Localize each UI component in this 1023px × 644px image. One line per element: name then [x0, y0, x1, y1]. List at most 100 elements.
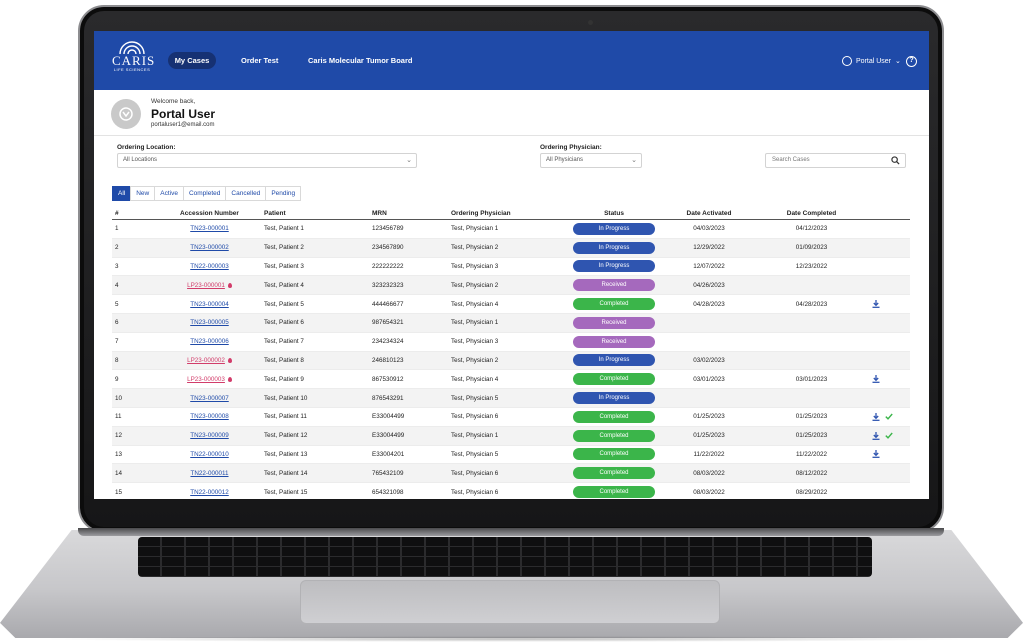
status-badge: Completed [573, 448, 655, 461]
accession-link[interactable]: TN23-000009 [190, 432, 229, 439]
nav-tumor-board[interactable]: Caris Molecular Tumor Board [308, 52, 412, 69]
accession-link[interactable]: TN23-000008 [190, 413, 229, 420]
mrn-cell: 234567890 [372, 244, 404, 252]
physician-cell: Test, Physician 1 [451, 225, 499, 233]
user-icon [842, 56, 852, 66]
check-icon [885, 432, 893, 439]
table-row[interactable]: 11 TN23-000008 Test, Patient 11 E33004499 Te… [112, 408, 910, 427]
col-header-mrn[interactable]: MRN [367, 208, 447, 219]
physician-select[interactable]: All Physicians ⌄ [540, 153, 642, 168]
user-menu[interactable]: Portal User ⌄ [842, 56, 901, 66]
status-badge: Completed [573, 486, 655, 499]
table-row[interactable]: 15 TN22-000012 Test, Patient 15 654321098 Te… [112, 483, 910, 499]
date-completed-cell: 04/28/2023 [795, 300, 828, 308]
download-icon[interactable] [872, 300, 880, 309]
row-number: 6 [115, 319, 119, 327]
accession-link[interactable]: TN22-000010 [190, 451, 229, 458]
table-row[interactable]: 10 TN23-000007 Test, Patient 10 876543291 Te… [112, 389, 910, 408]
download-icon[interactable] [872, 412, 880, 421]
mrn-cell: 654321098 [372, 488, 404, 496]
col-header-physician[interactable]: Ordering Physician [447, 208, 569, 219]
col-header-patient[interactable]: Patient [262, 208, 367, 219]
table-row[interactable]: 12 TN23-000009 Test, Patient 12 E33004499 Te… [112, 426, 910, 446]
accession-link[interactable]: TN22-000011 [190, 470, 228, 477]
accession-link[interactable]: LP23-000001 [187, 282, 225, 289]
top-navbar: CARIS LIFE SCIENCES My Cases Order Test … [94, 31, 929, 90]
avatar [111, 99, 141, 129]
mrn-cell: 867530912 [372, 375, 404, 383]
accession-link[interactable]: TN22-000003 [190, 263, 229, 270]
search-input[interactable]: Search Cases [765, 153, 906, 168]
logo-text: CARIS [112, 53, 156, 68]
help-icon[interactable]: ? [906, 56, 917, 67]
status-badge: Completed [573, 467, 655, 480]
table-row[interactable]: 8 LP23-000002 Test, Patient 8 246810123 Test… [112, 351, 910, 371]
status-badge: Completed [573, 298, 655, 311]
status-cell: In Progress [569, 354, 659, 367]
accession-link[interactable]: LP23-000003 [187, 376, 225, 383]
status-badge: Completed [573, 429, 655, 442]
page-title: Portal User [151, 107, 216, 121]
col-header-date-completed[interactable]: Date Completed [759, 208, 864, 219]
actions-cell [864, 300, 910, 309]
status-cell: Received [569, 316, 659, 329]
date-completed-cell: 03/01/2023 [795, 375, 828, 383]
table-row[interactable]: 7 TN23-000006 Test, Patient 7 234234324 Test… [112, 333, 910, 352]
tab-completed[interactable]: Completed [182, 186, 227, 201]
table-row[interactable]: 13 TN22-000010 Test, Patient 13 E33004201 Te… [112, 446, 910, 465]
download-icon[interactable] [872, 431, 880, 440]
status-cell: In Progress [569, 222, 659, 235]
date-activated-cell: 01/25/2023 [693, 413, 725, 421]
tab-active[interactable]: Active [154, 186, 184, 201]
table-row[interactable]: 14 TN22-000011 Test, Patient 14 765432109 Te… [112, 464, 910, 484]
tab-new[interactable]: New [130, 186, 156, 201]
mrn-cell: 246810123 [372, 356, 404, 364]
row-number: 11 [115, 413, 122, 421]
download-icon[interactable] [872, 375, 880, 384]
col-header-actions [864, 208, 910, 219]
accession-link[interactable]: TN22-000012 [190, 489, 229, 496]
date-completed-cell: 08/12/2022 [795, 469, 828, 477]
tab-pending[interactable]: Pending [265, 186, 302, 201]
tab-all[interactable]: All [112, 186, 132, 201]
accession-cell: TN23-000002 [157, 244, 262, 251]
accession-link[interactable]: TN23-000006 [190, 338, 229, 345]
table-row[interactable]: 2 TN23-000002 Test, Patient 2 234567890 Test… [112, 238, 910, 258]
accession-link[interactable]: TN23-000004 [190, 301, 229, 308]
table-row[interactable]: 3 TN22-000003 Test, Patient 3 222222222 Test… [112, 258, 910, 277]
status-badge: In Progress [573, 392, 655, 405]
table-row[interactable]: 9 LP23-000003 Test, Patient 9 867530912 Test… [112, 370, 910, 390]
physician-cell: Test, Physician 6 [451, 488, 499, 496]
status-cell: In Progress [569, 392, 659, 405]
accession-link[interactable]: TN23-000005 [190, 319, 229, 326]
table-body: 1 TN23-000001 Test, Patient 1 123456789 Test… [112, 220, 910, 499]
col-header-status[interactable]: Status [569, 208, 659, 219]
col-header-accession[interactable]: Accession Number [157, 208, 262, 219]
caris-logo[interactable]: CARIS LIFE SCIENCES [112, 41, 156, 79]
physician-cell: Test, Physician 4 [451, 300, 499, 308]
table-row[interactable]: 1 TN23-000001 Test, Patient 1 123456789 Test… [112, 220, 910, 239]
date-completed-cell: 01/25/2023 [795, 413, 828, 421]
status-badge: In Progress [573, 241, 655, 254]
physician-cell: Test, Physician 6 [451, 413, 499, 421]
accession-link[interactable]: LP23-000002 [187, 357, 225, 364]
table-row[interactable]: 4 LP23-000001 Test, Patient 4 323232323 Test… [112, 276, 910, 296]
col-header-date-activated[interactable]: Date Activated [659, 208, 759, 219]
download-icon[interactable] [872, 450, 880, 459]
status-cell: Completed [569, 410, 659, 423]
table-row[interactable]: 6 TN23-000005 Test, Patient 6 987654321 Test… [112, 313, 910, 333]
tab-cancelled[interactable]: Cancelled [225, 186, 267, 201]
user-menu-label: Portal User [856, 57, 892, 65]
row-number: 9 [115, 375, 119, 383]
table-row[interactable]: 5 TN23-000004 Test, Patient 5 444466677 Test… [112, 295, 910, 314]
col-header-num[interactable]: # [112, 208, 157, 219]
accession-link[interactable]: TN23-000001 [190, 225, 229, 232]
patient-cell: Test, Patient 4 [264, 281, 304, 289]
accession-link[interactable]: TN23-000007 [190, 395, 229, 402]
accession-link[interactable]: TN23-000002 [190, 244, 229, 251]
status-tabs: All New Active Completed Cancelled Pending [112, 186, 302, 201]
row-number: 1 [115, 225, 119, 233]
nav-order-test[interactable]: Order Test [241, 52, 278, 69]
nav-my-cases[interactable]: My Cases [168, 52, 216, 69]
location-select[interactable]: All Locations ⌄ [117, 153, 417, 168]
